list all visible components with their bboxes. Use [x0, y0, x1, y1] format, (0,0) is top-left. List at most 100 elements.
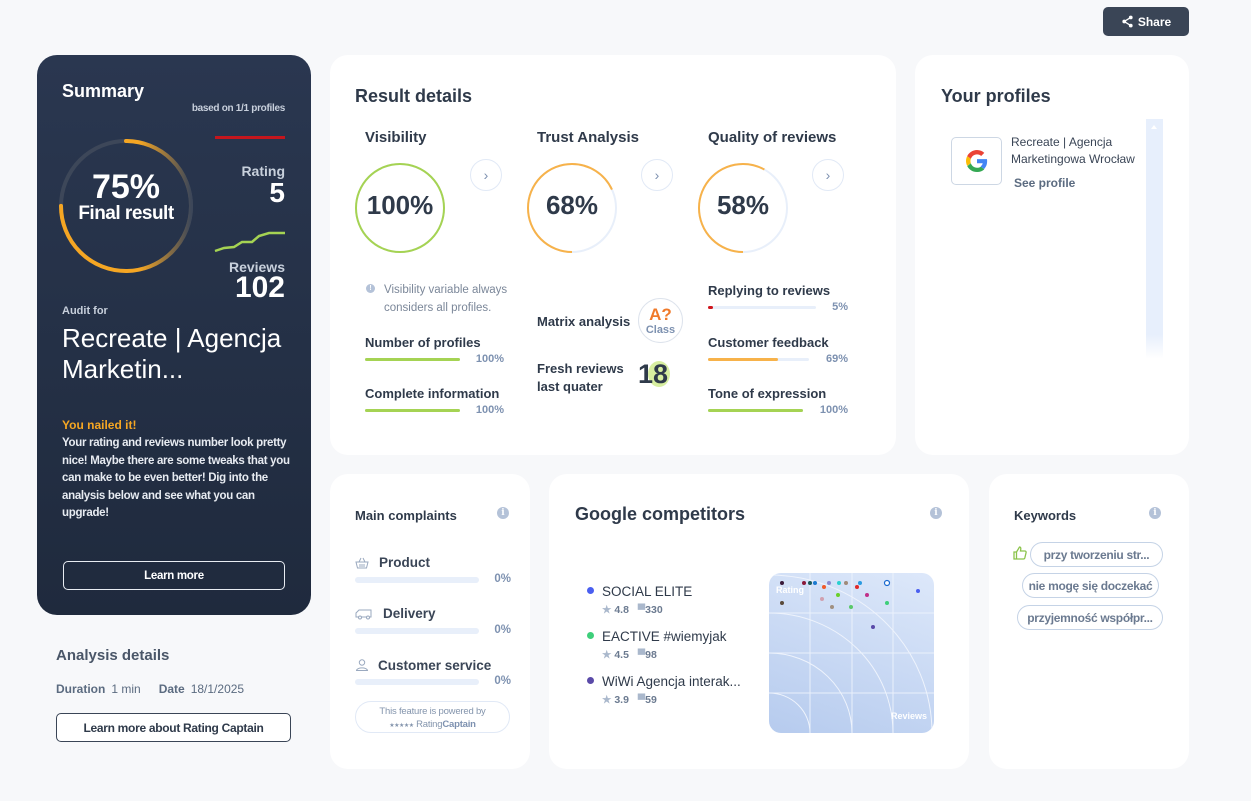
competitor-point[interactable]	[822, 585, 826, 589]
quality-title: Quality of reviews	[708, 129, 837, 146]
metric-bar	[708, 409, 803, 412]
scroll-up-icon[interactable]	[1151, 125, 1157, 129]
matrix-analysis-label: Matrix analysis	[537, 314, 631, 329]
competitor-point[interactable]	[780, 601, 784, 605]
star-icon: ★	[602, 649, 612, 661]
van-icon	[355, 609, 372, 620]
competitor-point[interactable]	[855, 585, 859, 589]
competitor-point[interactable]	[837, 581, 841, 585]
share-button[interactable]: Share	[1103, 7, 1189, 36]
metric-label: Number of profiles	[365, 335, 481, 350]
trust-details-button[interactable]: ›	[641, 159, 673, 191]
competitor-point[interactable]	[802, 581, 806, 585]
competitor-point[interactable]	[844, 581, 848, 585]
info-icon[interactable]: i	[497, 507, 509, 519]
class-badge: A? Class	[638, 298, 683, 343]
keyword-chip[interactable]: przyjemność współpr...	[1017, 605, 1163, 630]
quality-details-button[interactable]: ›	[812, 159, 844, 191]
date-value: 18/1/2025	[190, 682, 245, 696]
competitor-point[interactable]	[820, 597, 824, 601]
visibility-percent: 100%	[366, 190, 434, 220]
class-label: Class	[645, 324, 676, 336]
chevron-right-icon: ›	[654, 167, 660, 183]
competitor-point[interactable]	[813, 581, 817, 585]
duration-value: 1 min	[111, 682, 141, 696]
own-business-point[interactable]	[883, 579, 891, 587]
visibility-details-button[interactable]: ›	[470, 159, 502, 191]
analysis-meta: Duration 1 min Date 18/1/2025	[56, 682, 244, 696]
metric-label: Customer feedback	[708, 335, 829, 350]
competitor-color-dot	[587, 677, 594, 684]
trust-analysis-title: Trust Analysis	[537, 129, 639, 146]
trust-percent: 68%	[545, 190, 599, 220]
result-details-card: Result details Visibility 100% › ! Visib…	[330, 55, 896, 455]
user-icon	[355, 659, 369, 671]
your-profiles-card: Your profiles Recreate | Agencja Marketi…	[915, 55, 1189, 455]
complaint-bar	[355, 577, 479, 583]
complaint-bar	[355, 628, 479, 634]
fresh-reviews-value: 18	[638, 359, 669, 389]
chevron-right-icon: ›	[483, 167, 489, 183]
plot-x-label: Reviews	[891, 711, 927, 721]
info-icon[interactable]: i	[1149, 507, 1161, 519]
competitor-stats: ★ 3.9 ▀59	[602, 694, 657, 706]
competitor-point[interactable]	[830, 605, 834, 609]
info-icon[interactable]: i	[930, 507, 942, 519]
keyword-chip[interactable]: nie mogę się doczekać	[1022, 573, 1159, 598]
reviews-sparkline	[214, 231, 285, 253]
result-details-title: Result details	[355, 86, 473, 106]
metric-bar	[708, 358, 809, 361]
see-profile-link[interactable]: See profile	[1014, 176, 1075, 190]
powered-by-badge[interactable]: This feature is powered by ★★★★★ RatingC…	[355, 701, 510, 733]
share-label: Share	[1137, 14, 1172, 29]
metric-label: Tone of expression	[708, 386, 827, 401]
competitor-point[interactable]	[865, 593, 869, 597]
learn-more-rating-captain-button[interactable]: Learn more about Rating Captain	[56, 713, 291, 742]
competitor-color-dot	[587, 632, 594, 639]
complaint-percent: 0%	[494, 624, 511, 636]
google-competitors-title: Google competitors	[575, 504, 746, 524]
quality-percent: 58%	[716, 190, 770, 220]
main-complaints-title: Main complaints	[355, 508, 457, 523]
competitor-point[interactable]	[858, 581, 862, 585]
keyword-chip[interactable]: przy tworzeniu str...	[1030, 542, 1163, 567]
metric-label: Replying to reviews	[708, 283, 831, 298]
competitor-point[interactable]	[871, 625, 875, 629]
based-on-text: based on 1/1 profiles	[191, 103, 285, 114]
metric-bar	[365, 409, 460, 412]
competitor-name: WiWi Agencja interak...	[602, 674, 741, 689]
metric-label: Complete information	[365, 386, 500, 401]
keywords-card: Keywords i przy tworzeniu str... nie mog…	[989, 474, 1189, 769]
competitor-name: SOCIAL ELITE	[602, 584, 693, 599]
final-result-percent: 75%	[91, 168, 161, 206]
complaint-percent: 0%	[494, 573, 511, 585]
plot-y-label: Rating	[776, 585, 804, 595]
share-icon	[1122, 15, 1133, 28]
competitor-point[interactable]	[780, 581, 784, 585]
competitor-point[interactable]	[808, 581, 812, 585]
rating-trend-line	[215, 136, 285, 139]
complaint-label: Delivery	[383, 606, 436, 621]
competitor-name: EACTIVE #wiemyjak	[602, 629, 727, 644]
rating-value: 5	[269, 177, 285, 208]
competitor-point[interactable]	[885, 601, 889, 605]
learn-more-button[interactable]: Learn more	[63, 561, 285, 590]
business-name: Recreate | Agencja Marketin...	[62, 323, 282, 384]
competitor-point[interactable]	[849, 605, 853, 609]
metric-percent: 100%	[475, 404, 504, 416]
metric-percent: 69%	[825, 353, 848, 365]
profiles-scrollbar[interactable]	[1146, 119, 1163, 359]
complaint-bar	[355, 679, 479, 685]
competitor-plot: Rating Reviews	[769, 573, 934, 733]
competitor-point[interactable]	[916, 589, 920, 593]
star-icon: ★	[602, 694, 612, 706]
profile-item[interactable]	[951, 137, 1002, 185]
star-icon: ★	[602, 604, 612, 616]
competitor-stats: ★ 4.5 ▀98	[602, 649, 657, 661]
audit-for-label: Audit for	[62, 305, 108, 317]
duration-label: Duration	[56, 682, 106, 696]
complaint-label: Product	[379, 555, 431, 570]
google-competitors-card: Google competitors i SOCIAL ELITE ★ 4.8 …	[549, 474, 969, 769]
competitor-point[interactable]	[827, 581, 831, 585]
competitor-point[interactable]	[836, 593, 840, 597]
